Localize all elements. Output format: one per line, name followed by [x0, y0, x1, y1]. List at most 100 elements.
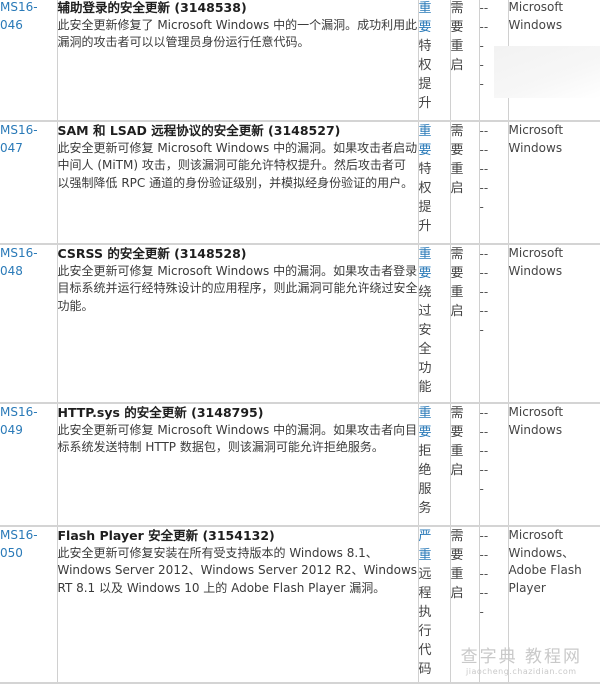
affected-software-cell: Microsoft Windows、Adobe Flash Player: [507, 526, 600, 684]
impact-char: 提: [418, 77, 432, 92]
bulletin-id-number: 050: [0, 545, 23, 560]
restart-requirement-cell: 需要重启: [449, 121, 479, 245]
affected-software-cell: Microsoft Windows: [507, 244, 600, 404]
impact-char: 权: [418, 58, 432, 73]
severity-rating-link[interactable]: 严重: [419, 527, 450, 565]
restart-char: 要: [450, 425, 464, 440]
restart-requirement-cell: 需要重启: [449, 403, 479, 527]
severity_level-char: 重: [418, 406, 432, 421]
restart-char: 启: [450, 463, 464, 478]
known-issues-cell: -- -- -- -- -: [478, 403, 508, 527]
bulletin-id-link[interactable]: MS16- 049: [0, 404, 57, 439]
known-issues-dash: -: [479, 200, 484, 214]
bulletin-description-cell: CSRSS 的安全更新 (3148528) 此安全更新可修复 Microsoft…: [56, 244, 418, 404]
restart-char: 启: [450, 586, 464, 601]
severity-impact-cell: 重要 特权提升: [417, 121, 450, 245]
bulletin-id-prefix: MS16-: [0, 246, 38, 260]
security-bulletin-table: MS16- 046 辅助登录的安全更新 (3148538) 此安全更新修复了 M…: [0, 0, 600, 684]
bulletin-id-number: 048: [0, 263, 23, 278]
known-issues-dash: --: [479, 548, 489, 562]
bulletin-title: HTTP.sys 的安全更新 (3148795): [57, 405, 264, 420]
severity-rating-link[interactable]: 重要: [419, 0, 450, 37]
bulletin-description-cell: Flash Player 安全更新 (3154132) 此安全更新可修复安装在所…: [56, 526, 418, 684]
bulletin-row: MS16- 050 Flash Player 安全更新 (3154132) 此安…: [0, 526, 600, 684]
impact-char: 绕: [418, 285, 432, 300]
known-issues-dash: --: [479, 529, 489, 543]
bulletin-id-link[interactable]: MS16- 050: [0, 527, 57, 562]
severity-rating-link[interactable]: 重要: [419, 122, 450, 160]
severity_level-char: 严: [418, 529, 432, 544]
severity_level-char: 重: [418, 548, 432, 563]
known-issues-dash: -: [479, 323, 484, 337]
known-issues-dash: --: [479, 20, 489, 34]
severity_level-char: 要: [418, 425, 432, 440]
impact-char: 拒: [418, 444, 432, 459]
known-issues-dash: --: [479, 181, 489, 195]
restart-char: 启: [450, 181, 464, 196]
known-issues-dash: --: [479, 425, 489, 439]
restart-requirement-cell: 需要重启: [449, 526, 479, 684]
affected-software-cell: Microsoft Windows: [507, 403, 600, 527]
restart-char: 重: [450, 285, 464, 300]
known-issues-dash: --: [479, 406, 489, 420]
severity-impact-cell: 重要 特权提升: [417, 0, 450, 122]
bulletin-id-number: 049: [0, 422, 23, 437]
severity-rating-link[interactable]: 重要: [419, 404, 450, 442]
bulletin-title: 辅助登录的安全更新 (3148538): [57, 0, 247, 15]
known-issues-dash: --: [479, 567, 489, 581]
known-issues-dash: --: [479, 143, 489, 157]
restart-char: 启: [450, 304, 464, 319]
impact-char: 远: [418, 567, 432, 582]
impact-char: 全: [418, 342, 432, 357]
bulletin-row: MS16- 047 SAM 和 LSAD 远程协议的安全更新 (3148527)…: [0, 121, 600, 245]
bulletin-id-prefix: MS16-: [0, 405, 38, 419]
bulletin-description: 此安全更新修复了 Microsoft Windows 中的一个漏洞。成功利用此漏…: [57, 17, 418, 50]
bulletin-description: 此安全更新可修复 Microsoft Windows 中的漏洞。如果攻击者向目标…: [57, 422, 418, 455]
severity_level-char: 要: [418, 266, 432, 281]
restart-char: 重: [450, 567, 464, 582]
bulletin-id-prefix: MS16-: [0, 528, 38, 542]
impact-char: 权: [418, 181, 432, 196]
restart-char: 需: [450, 406, 464, 421]
restart-char: 需: [450, 529, 464, 544]
known-issues-dash: --: [479, 124, 489, 138]
bulletin-id-link[interactable]: MS16- 046: [0, 0, 57, 34]
restart-char: 需: [450, 124, 464, 139]
impact-char: 代: [418, 643, 432, 658]
bulletin-id-number: 047: [0, 140, 23, 155]
bulletin-description: 此安全更新可修复 Microsoft Windows 中的漏洞。如果攻击者启动中…: [57, 140, 418, 190]
known-issues-dash: --: [479, 247, 489, 261]
severity_level-char: 重: [418, 1, 432, 16]
restart-requirement-cell: 需要重启: [449, 244, 479, 404]
severity-impact-cell: 重要 绕过安全功能: [417, 244, 450, 404]
restart-char: 重: [450, 162, 464, 177]
affected-software: Microsoft Windows: [508, 0, 564, 32]
restart-char: 启: [450, 58, 464, 73]
impact-char: 能: [418, 380, 432, 395]
bulletin-id-prefix: MS16-: [0, 123, 38, 137]
bulletin-description-cell: HTTP.sys 的安全更新 (3148795) 此安全更新可修复 Micros…: [56, 403, 418, 527]
bulletin-title: CSRSS 的安全更新 (3148528): [57, 246, 247, 261]
known-issues-dash: --: [479, 1, 489, 15]
severity_level-char: 要: [418, 20, 432, 35]
known-issues-dash: -: [479, 482, 484, 496]
bulletin-description-cell: 辅助登录的安全更新 (3148538) 此安全更新修复了 Microsoft W…: [56, 0, 418, 122]
restart-char: 需: [450, 1, 464, 16]
bulletin-row: MS16- 049 HTTP.sys 的安全更新 (3148795) 此安全更新…: [0, 403, 600, 527]
affected-software: Microsoft Windows: [508, 123, 564, 155]
bulletin-id-cell: MS16- 049: [0, 403, 57, 527]
severity-impact-cell: 严重 远程执行代码: [417, 526, 450, 684]
impact-char: 特: [418, 39, 432, 54]
known-issues-dash: --: [479, 304, 489, 318]
affected-software-cell: Microsoft Windows: [507, 121, 600, 245]
impact-char: 服: [418, 482, 432, 497]
restart-char: 要: [450, 548, 464, 563]
impact-char: 功: [418, 361, 432, 376]
bulletin-id-link[interactable]: MS16- 048: [0, 245, 57, 280]
severity-rating-link[interactable]: 重要: [419, 245, 450, 283]
restart-char: 要: [450, 20, 464, 35]
known-issues-cell: -- -- -- -- -: [478, 244, 508, 404]
known-issues-dash: --: [479, 444, 489, 458]
impact-char: 安: [418, 323, 432, 338]
bulletin-id-link[interactable]: MS16- 047: [0, 122, 57, 157]
